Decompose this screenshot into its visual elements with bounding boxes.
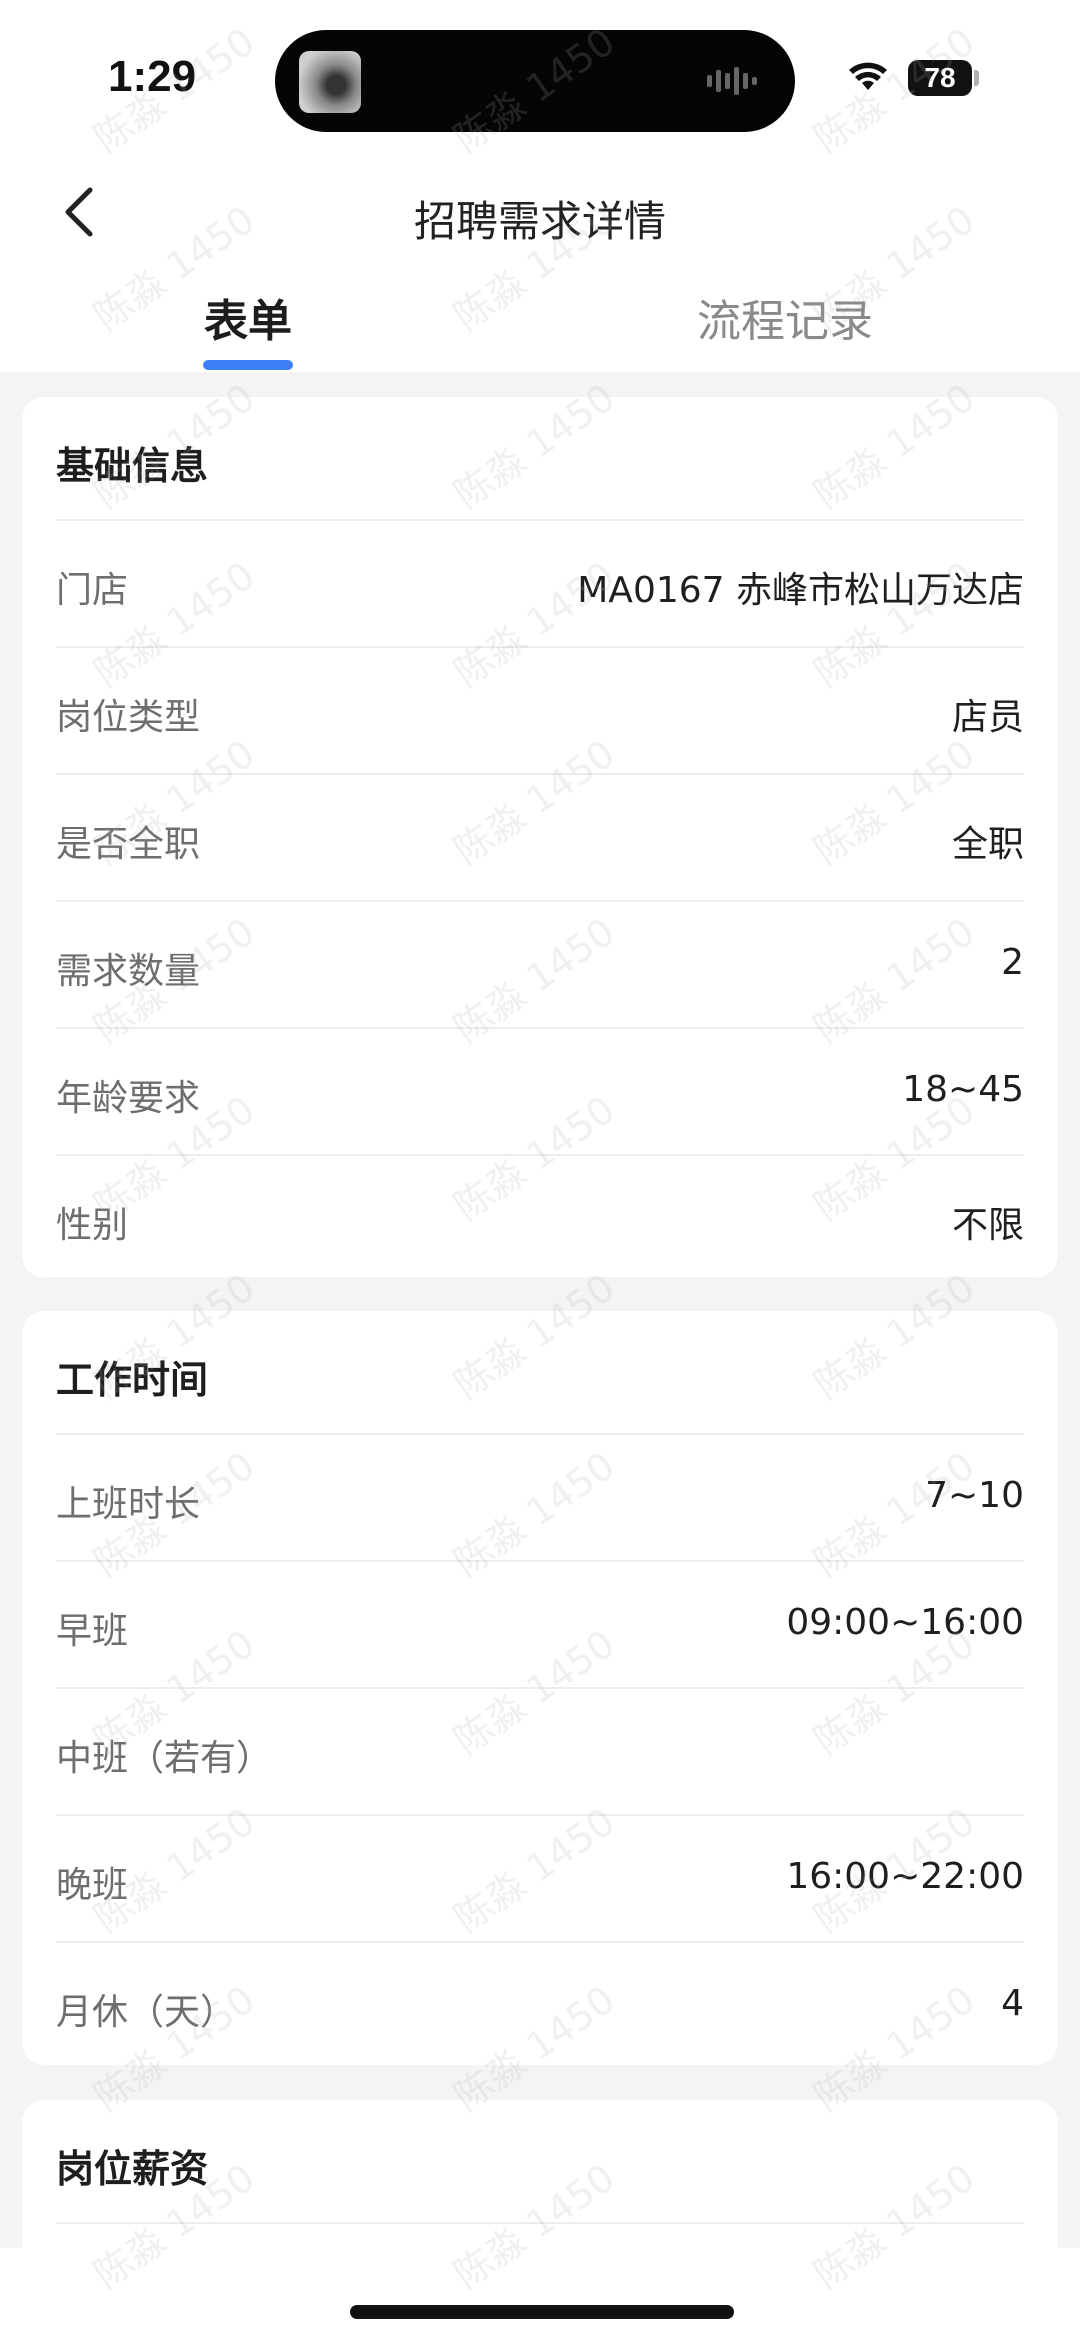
field-row-monthly-rest: 月休（天） 4	[56, 1941, 1024, 2065]
field-label: 岗位类型	[56, 697, 201, 738]
work-time-card: 工作时间 上班时长 7~10 早班 09:00~16:00 中班（若有） 晚班 …	[22, 1311, 1058, 2065]
field-row-position-type: 岗位类型 店员	[56, 646, 1024, 773]
tab-form[interactable]: 表单	[180, 285, 316, 365]
field-label: 早班	[56, 1611, 129, 1652]
bottom-safe-area	[0, 2248, 1080, 2341]
field-label: 需求数量	[56, 951, 201, 992]
field-value: 4	[1001, 1983, 1024, 2024]
header-area: 1:29 78 招聘需求详情 表单 流程记录	[0, 0, 1080, 372]
field-label: 上班时长	[56, 1484, 201, 1525]
field-value: MA0167 赤峰市松山万达店	[577, 570, 1024, 611]
field-row-work-hours: 上班时长 7~10	[56, 1433, 1024, 1560]
battery-tip	[974, 70, 979, 86]
home-indicator[interactable]	[350, 2305, 734, 2319]
media-thumbnail	[299, 51, 361, 113]
field-label: 性别	[56, 1205, 129, 1246]
field-label: 中班（若有）	[56, 1738, 273, 1779]
section-title: 岗位薪资	[56, 2147, 209, 2191]
section-title: 基础信息	[56, 444, 209, 488]
field-row-store: 门店 MA0167 赤峰市松山万达店	[56, 519, 1024, 646]
field-row-gender: 性别 不限	[56, 1154, 1024, 1277]
field-label: 门店	[56, 570, 129, 611]
tab-bar: 表单 流程记录	[0, 285, 1080, 373]
field-label: 是否全职	[56, 824, 201, 865]
field-value: 18~45	[902, 1069, 1024, 1110]
field-row-middle-shift: 中班（若有）	[56, 1687, 1024, 1814]
divider	[56, 2222, 1024, 2224]
battery-icon: 78	[908, 60, 972, 96]
field-value: 2	[1001, 942, 1024, 983]
field-label: 月休（天）	[56, 1992, 237, 2033]
field-label: 晚班	[56, 1865, 129, 1906]
basic-info-card: 基础信息 门店 MA0167 赤峰市松山万达店 岗位类型 店员 是否全职 全职 …	[22, 397, 1058, 1277]
field-value: 7~10	[925, 1475, 1024, 1516]
page-title: 招聘需求详情	[413, 197, 666, 246]
wifi-icon	[849, 62, 887, 90]
field-label: 年龄要求	[56, 1078, 201, 1119]
field-value: 不限	[951, 1205, 1024, 1246]
field-value: 16:00~22:00	[786, 1856, 1024, 1897]
status-time: 1:29	[108, 52, 197, 101]
field-value: 全职	[951, 824, 1024, 865]
section-title: 工作时间	[56, 1358, 209, 1402]
dynamic-island	[275, 30, 795, 132]
field-row-evening-shift: 晚班 16:00~22:00	[56, 1814, 1024, 1941]
audio-wave-icon	[707, 67, 757, 95]
field-row-morning-shift: 早班 09:00~16:00	[56, 1560, 1024, 1687]
tab-process-record[interactable]: 流程记录	[690, 285, 880, 365]
field-row-quantity: 需求数量 2	[56, 900, 1024, 1027]
field-row-age: 年龄要求 18~45	[56, 1027, 1024, 1154]
status-bar: 1:29 78	[0, 0, 1080, 150]
field-value: 09:00~16:00	[786, 1602, 1024, 1643]
active-tab-indicator	[203, 360, 293, 370]
field-row-fulltime: 是否全职 全职	[56, 773, 1024, 900]
nav-bar: 招聘需求详情	[0, 160, 1080, 260]
field-value: 店员	[951, 697, 1024, 738]
